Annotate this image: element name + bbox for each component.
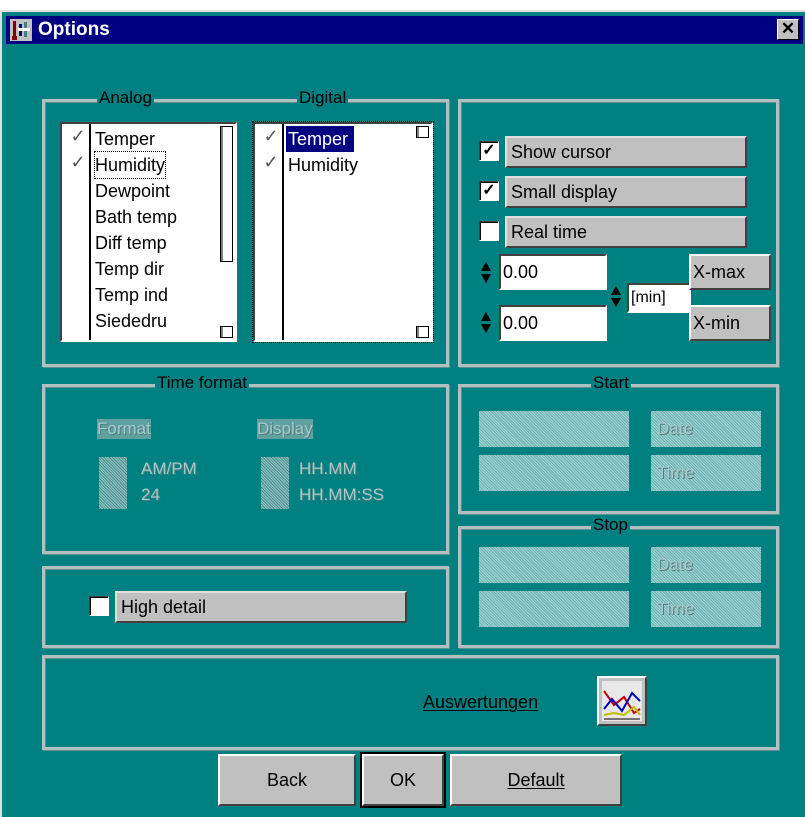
high-detail-label[interactable]: High detail	[115, 591, 407, 623]
start-time-field[interactable]	[479, 455, 629, 491]
title-bar: Options ✕	[6, 16, 803, 44]
options-app-icon	[10, 19, 32, 41]
analog-list-item[interactable]: ✓ Humidity	[62, 151, 207, 179]
auswertungen-label[interactable]: Auswertungen	[423, 692, 538, 713]
checkmark-icon: ✓	[263, 126, 279, 146]
back-button[interactable]: Back	[218, 754, 356, 806]
start-group: Start Date Time	[458, 373, 779, 514]
digital-legend: Digital	[297, 88, 349, 108]
stop-date-field[interactable]	[479, 547, 629, 583]
show-cursor-label[interactable]: Show cursor	[505, 136, 747, 168]
unit-spinner[interactable]	[611, 286, 623, 307]
start-date-field[interactable]	[479, 411, 629, 447]
analog-legend: Analog	[97, 88, 154, 108]
spin-up-icon[interactable]	[481, 312, 491, 321]
analog-item-label: Temp dir	[95, 259, 165, 279]
analog-list-item[interactable]: Temp ind	[62, 282, 207, 308]
analog-list-item[interactable]: Dewpoint	[62, 178, 207, 204]
options-window: Options ✕ Analog Digital ✓ Temper ✓ Humidit…	[0, 10, 805, 817]
start-time-label: Time	[657, 463, 695, 482]
x-min-button[interactable]: X-min	[689, 305, 771, 341]
analog-item-label: Temp ind	[95, 285, 169, 305]
default-button[interactable]: Default	[450, 754, 622, 806]
display-hhmmss-option[interactable]	[261, 483, 289, 509]
checkmark-icon: ✓	[70, 152, 86, 172]
checkmark-icon: ✓	[70, 126, 86, 146]
digital-list-item[interactable]: ✓ Humidity	[255, 152, 400, 178]
spin-up-icon[interactable]	[611, 286, 621, 295]
digital-listbox[interactable]: ✓ Temper ✓ Humidity	[252, 121, 434, 343]
analog-digital-group: Analog Digital ✓ Temper ✓ Humidity Dewpoint B…	[42, 88, 449, 367]
small-display-checkbox[interactable]: ✓	[479, 181, 499, 201]
checkmark-icon: ✓	[263, 152, 279, 172]
real-time-label[interactable]: Real time	[505, 216, 747, 248]
analog-list-item[interactable]: Temp dir	[62, 256, 207, 282]
stop-legend: Stop	[591, 515, 630, 535]
stop-time-label: Time	[657, 599, 695, 618]
x-min-spinner[interactable]	[481, 312, 493, 333]
digital-item-label: Humidity	[288, 155, 359, 175]
x-max-spinner[interactable]	[481, 262, 493, 283]
spin-down-icon[interactable]	[481, 324, 491, 333]
real-time-checkbox[interactable]	[479, 221, 499, 241]
unit-field[interactable]: [min]	[627, 283, 691, 313]
analog-item-label: Siededru	[95, 311, 168, 331]
analog-scroll-thumb[interactable]	[220, 126, 233, 262]
start-date-label: Date	[657, 419, 693, 438]
format-24-label: 24	[141, 485, 160, 504]
format-ampm-option[interactable]	[99, 457, 127, 483]
stop-time-field[interactable]	[479, 591, 629, 627]
stop-group: Stop Date Time	[458, 515, 779, 648]
display-hhmm-option[interactable]	[261, 457, 289, 483]
analog-scrollbar[interactable]	[220, 126, 233, 338]
spin-down-icon[interactable]	[481, 274, 491, 283]
high-detail-group: High detail	[42, 566, 449, 648]
analog-listbox[interactable]: ✓ Temper ✓ Humidity Dewpoint Bath temp Diff te…	[60, 122, 237, 342]
show-cursor-checkbox[interactable]: ✓	[479, 141, 499, 161]
auswertungen-group: Auswertungen	[42, 655, 779, 750]
ok-button[interactable]: OK	[360, 752, 446, 808]
digital-list-item[interactable]: ✓ Temper	[255, 126, 400, 152]
x-max-button[interactable]: X-max	[689, 254, 771, 290]
analog-list-item[interactable]: Siededru	[62, 308, 207, 334]
display-label: Display	[257, 419, 313, 439]
analog-item-label: Humidity	[93, 151, 167, 179]
x-min-field[interactable]: 0.00	[499, 305, 607, 341]
analog-scroll-end[interactable]	[220, 326, 233, 338]
analog-list-item[interactable]: ✓ Temper	[62, 126, 207, 152]
time-format-group: Time format Format Display AM/PM 24 HH.M…	[42, 373, 449, 554]
display-hhmm-label: HH.MM	[299, 459, 357, 478]
high-detail-checkbox[interactable]	[89, 596, 109, 616]
analog-item-label: Bath temp	[95, 207, 178, 227]
digital-item-label: Temper	[286, 126, 355, 152]
x-max-field[interactable]: 0.00	[499, 254, 607, 290]
stop-date-label: Date	[657, 555, 693, 574]
analog-item-label: Diff temp	[95, 233, 167, 253]
display-settings-group: ✓ Show cursor ✓ Small display Real time …	[458, 99, 779, 367]
close-button[interactable]: ✕	[777, 19, 799, 40]
small-display-label[interactable]: Small display	[505, 176, 747, 208]
format-ampm-label: AM/PM	[141, 459, 197, 478]
auswertungen-button[interactable]	[597, 676, 647, 726]
display-hhmmss-label: HH.MM:SS	[299, 485, 384, 504]
digital-scroll-thumb[interactable]	[416, 126, 429, 138]
analog-list-item[interactable]: Diff temp	[62, 230, 207, 256]
spin-down-icon[interactable]	[611, 298, 621, 307]
digital-scroll-end[interactable]	[416, 326, 429, 338]
digital-scrollbar[interactable]	[416, 126, 429, 338]
cropped-banner	[0, 0, 805, 10]
analog-list-item[interactable]: Bath temp	[62, 204, 207, 230]
format-label: Format	[97, 419, 151, 439]
analog-item-label: Dewpoint	[95, 181, 171, 201]
analog-item-label: Temper	[95, 129, 156, 149]
chart-icon	[602, 681, 642, 721]
spin-up-icon[interactable]	[481, 262, 491, 271]
format-24-option[interactable]	[99, 483, 127, 509]
start-legend: Start	[591, 373, 631, 393]
time-format-legend: Time format	[155, 373, 250, 393]
window-title: Options	[38, 19, 110, 40]
